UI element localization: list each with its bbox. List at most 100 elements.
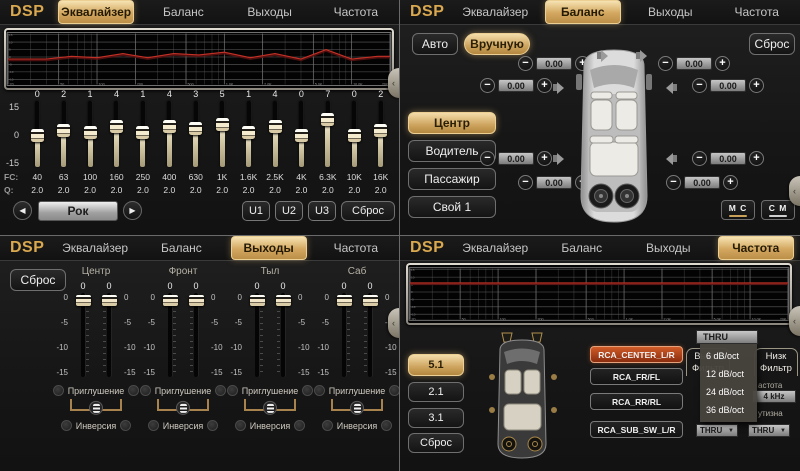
mute-checkbox-left[interactable]: [53, 385, 64, 396]
rca-rear-button[interactable]: RCA_RR/RL: [590, 393, 683, 410]
link-icon[interactable]: [89, 401, 103, 415]
eq-band-slider[interactable]: [209, 101, 235, 169]
minus-button[interactable]: −: [480, 78, 495, 93]
eq-band-slider[interactable]: [103, 101, 129, 169]
dropdown-option[interactable]: 12 dB/oct: [706, 369, 751, 379]
invert-checkbox-right[interactable]: [207, 420, 218, 431]
slider-handle[interactable]: [337, 295, 352, 306]
tab[interactable]: Эквалайзер: [58, 237, 132, 259]
preset-prev-button[interactable]: ◀: [13, 201, 32, 220]
link-icon[interactable]: [350, 401, 364, 415]
minus-button[interactable]: −: [692, 78, 707, 93]
balance-manual-button[interactable]: Вручную: [464, 33, 530, 55]
slider-handle[interactable]: [189, 122, 202, 135]
mute-checkbox-right[interactable]: [389, 385, 399, 396]
tab[interactable]: Выходы: [633, 1, 708, 23]
tab[interactable]: Баланс: [144, 237, 218, 259]
slider-handle[interactable]: [363, 295, 378, 306]
invert-checkbox-right[interactable]: [294, 420, 305, 431]
slide-panel-handle[interactable]: ‹: [388, 308, 399, 338]
invert-checkbox-left[interactable]: [322, 420, 333, 431]
dropdown-option[interactable]: 36 dB/oct: [706, 405, 751, 415]
output-slider-left[interactable]: 0: [157, 280, 183, 377]
output-slider-left[interactable]: 0: [244, 280, 270, 377]
eq-band-slider[interactable]: [77, 101, 103, 169]
output-slider-right[interactable]: 0: [270, 280, 296, 377]
slider-handle[interactable]: [110, 120, 123, 133]
slope-select-left[interactable]: THRU ▼: [696, 424, 738, 437]
tab[interactable]: Баланс: [146, 1, 220, 23]
eq-band-slider[interactable]: [156, 101, 182, 169]
mute-checkbox-left[interactable]: [314, 385, 325, 396]
crossover-reset-button[interactable]: Сброс: [408, 433, 464, 453]
eq-band-slider[interactable]: [341, 101, 367, 169]
eq-band-slider[interactable]: [183, 101, 209, 169]
output-slider-right[interactable]: 0: [96, 280, 122, 377]
slider-handle[interactable]: [76, 295, 91, 306]
slider-handle[interactable]: [321, 113, 334, 126]
cm-mode-button[interactable]: C M: [761, 200, 795, 220]
slider-handle[interactable]: [163, 120, 176, 133]
frequency-value-box[interactable]: 4 kHz: [752, 390, 796, 403]
link-icon[interactable]: [263, 401, 277, 415]
plus-button[interactable]: +: [537, 78, 552, 93]
link-icon[interactable]: [176, 401, 190, 415]
tab[interactable]: Выходы: [231, 236, 307, 260]
invert-checkbox-left[interactable]: [235, 420, 246, 431]
dropdown-option[interactable]: 24 dB/oct: [706, 387, 751, 397]
minus-button[interactable]: −: [692, 151, 707, 166]
eq-band-slider[interactable]: [262, 101, 288, 169]
user-memory-button[interactable]: U2: [275, 201, 303, 221]
minus-button[interactable]: −: [480, 151, 495, 166]
tab[interactable]: Эквалайзер: [58, 0, 134, 24]
slider-handle[interactable]: [189, 295, 204, 306]
mc-mode-button[interactable]: M C: [721, 200, 755, 220]
tab[interactable]: Частота: [319, 237, 393, 259]
slider-handle[interactable]: [295, 129, 308, 142]
tab[interactable]: Баланс: [545, 237, 620, 259]
tab[interactable]: Выходы: [631, 237, 706, 259]
plus-button[interactable]: +: [749, 151, 764, 166]
invert-checkbox-left[interactable]: [148, 420, 159, 431]
plus-button[interactable]: +: [749, 78, 764, 93]
user-memory-button[interactable]: U1: [242, 201, 270, 221]
eq-reset-button[interactable]: Сброс: [341, 201, 395, 221]
mute-checkbox-right[interactable]: [215, 385, 226, 396]
slider-handle[interactable]: [163, 295, 178, 306]
invert-checkbox-right[interactable]: [120, 420, 131, 431]
slider-handle[interactable]: [136, 126, 149, 139]
output-slider-right[interactable]: 0: [357, 280, 383, 377]
tab[interactable]: Частота: [319, 1, 393, 23]
slider-handle[interactable]: [250, 295, 265, 306]
minus-button[interactable]: −: [518, 56, 533, 71]
tab[interactable]: Эквалайзер: [458, 237, 533, 259]
user-memory-button[interactable]: U3: [308, 201, 336, 221]
mute-checkbox-left[interactable]: [227, 385, 238, 396]
invert-checkbox-right[interactable]: [381, 420, 392, 431]
rca-sub-button[interactable]: RCA_SUB_SW_L/R: [590, 421, 683, 438]
tab[interactable]: Баланс: [545, 0, 622, 24]
slider-handle[interactable]: [57, 124, 70, 137]
low-filter-tab[interactable]: Низк Фильтр: [754, 348, 798, 376]
invert-checkbox-left[interactable]: [61, 420, 72, 431]
tab[interactable]: Частота: [718, 236, 795, 260]
slider-handle[interactable]: [348, 129, 361, 142]
eq-band-slider[interactable]: [50, 101, 76, 169]
slide-panel-handle[interactable]: ‹: [388, 68, 399, 98]
minus-button[interactable]: −: [518, 175, 533, 190]
eq-band-slider[interactable]: [235, 101, 261, 169]
preset-selector[interactable]: Рок: [38, 201, 118, 221]
output-slider-left[interactable]: 0: [70, 280, 96, 377]
config-5-1-button[interactable]: 5.1: [408, 354, 464, 376]
slope-select-right[interactable]: THRU ▼: [748, 424, 790, 437]
slider-handle[interactable]: [31, 129, 44, 142]
minus-button[interactable]: −: [666, 175, 681, 190]
mute-checkbox-right[interactable]: [128, 385, 139, 396]
eq-band-slider[interactable]: [24, 101, 50, 169]
rca-center-button[interactable]: RCA_CENTER_L/R: [590, 346, 683, 363]
preset-custom-button[interactable]: Свой 1: [408, 196, 496, 218]
eq-band-slider[interactable]: [130, 101, 156, 169]
tab[interactable]: Эквалайзер: [458, 1, 533, 23]
minus-button[interactable]: −: [658, 56, 673, 71]
slider-handle[interactable]: [84, 126, 97, 139]
